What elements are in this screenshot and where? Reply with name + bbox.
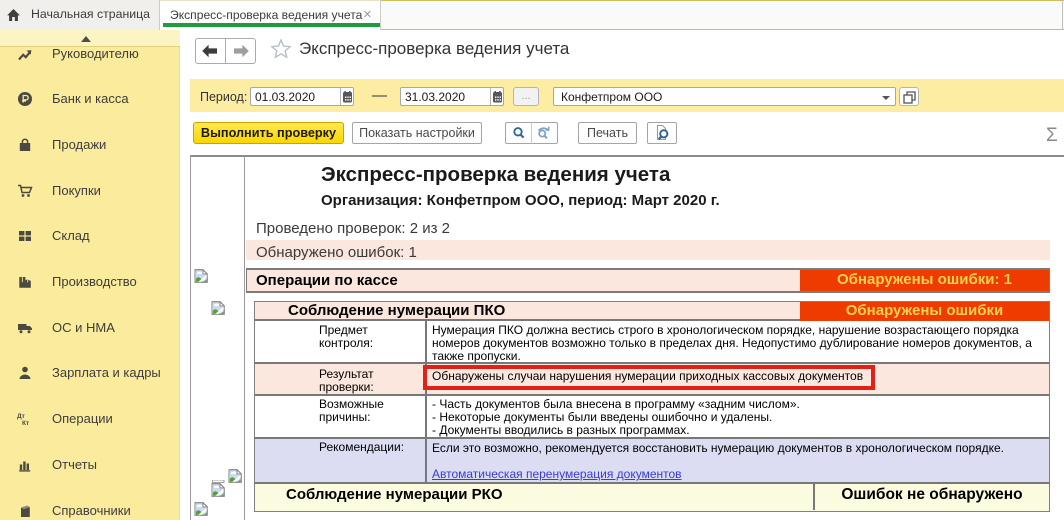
svg-text:Кт: Кт <box>22 420 29 427</box>
svg-text:Дт: Дт <box>17 413 25 420</box>
